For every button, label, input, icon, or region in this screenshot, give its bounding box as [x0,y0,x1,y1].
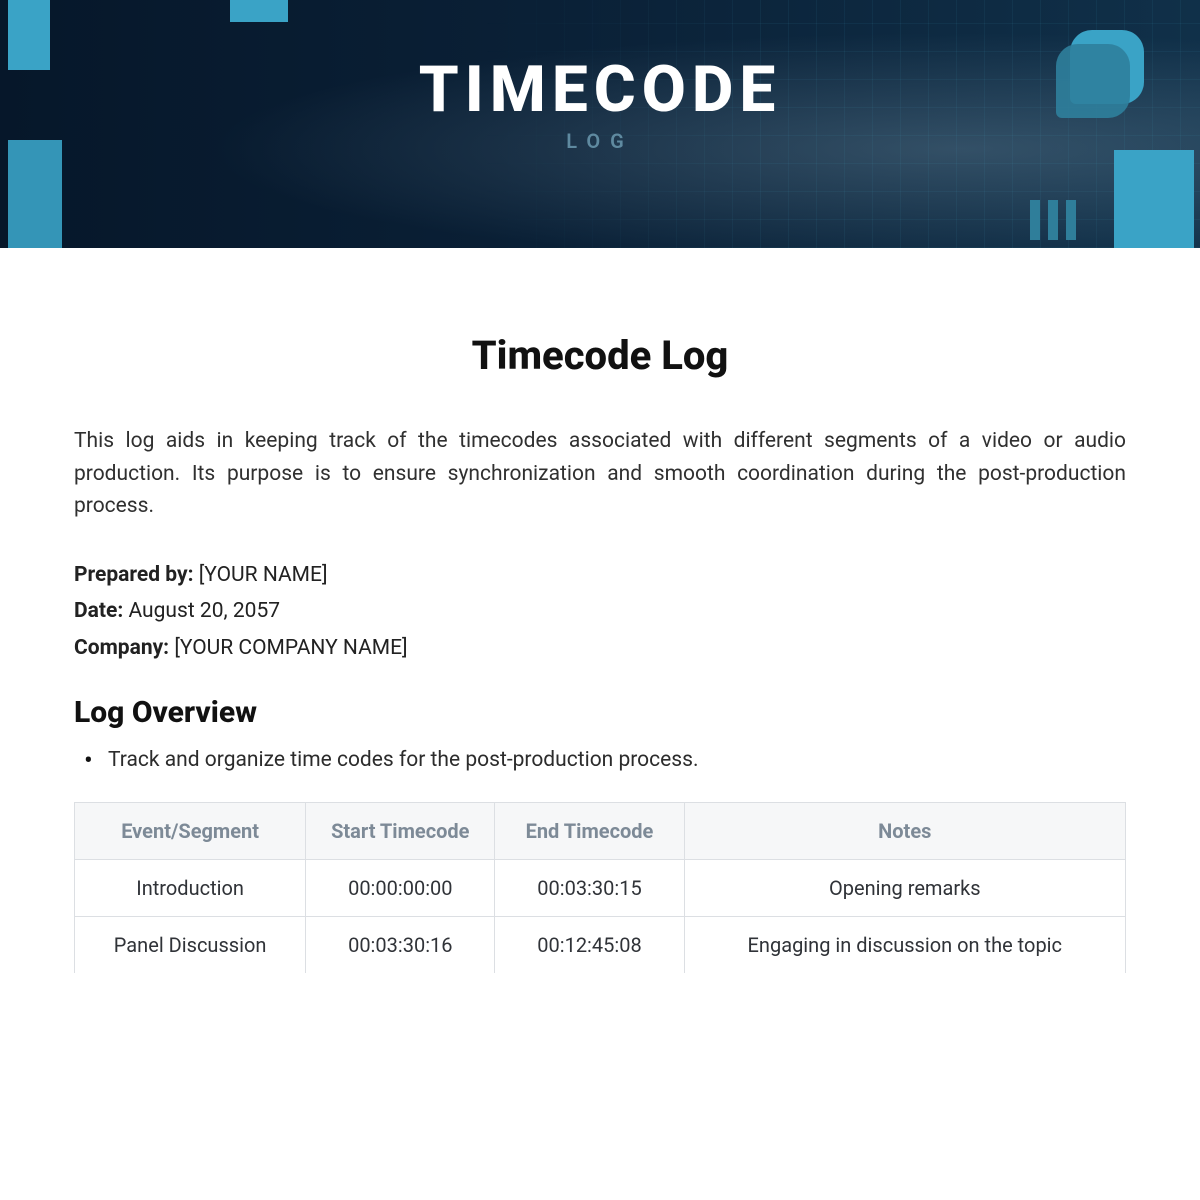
table-row: Introduction 00:00:00:00 00:03:30:15 Ope… [75,859,1126,916]
hero-title: TIMECODE [0,52,1200,127]
overview-heading: Log Overview [74,695,1126,730]
page-title: Timecode Log [74,332,1126,379]
meta-block: Prepared by: [YOUR NAME] Date: August 20… [74,557,1126,667]
cell-start: 00:00:00:00 [306,859,495,916]
meta-label: Company: [74,636,169,660]
intro-paragraph: This log aids in keeping track of the ti… [74,425,1126,523]
cell-notes: Engaging in discussion on the topic [684,916,1125,973]
page-root: TIMECODE LOG Timecode Log This log aids … [0,0,1200,1200]
cell-start: 00:03:30:16 [306,916,495,973]
cell-segment: Introduction [75,859,306,916]
meta-value: August 20, 2057 [128,599,280,623]
meta-label: Date: [74,599,123,623]
hero-banner: TIMECODE LOG [0,0,1200,248]
cell-notes: Opening remarks [684,859,1125,916]
cell-end: 00:12:45:08 [495,916,684,973]
accent-bars [1030,200,1076,240]
accent-shape [8,140,62,248]
meta-value: [YOUR NAME] [199,563,328,587]
col-end: End Timecode [495,802,684,859]
meta-date: Date: August 20, 2057 [74,593,1126,630]
meta-prepared-by: Prepared by: [YOUR NAME] [74,557,1126,594]
hero-title-block: TIMECODE LOG [0,52,1200,153]
col-start: Start Timecode [306,802,495,859]
accent-shape [230,0,288,22]
table-row: Panel Discussion 00:03:30:16 00:12:45:08… [75,916,1126,973]
accent-shape [1114,150,1194,248]
col-event: Event/Segment [75,802,306,859]
overview-list: Track and organize time codes for the po… [74,748,1126,772]
col-notes: Notes [684,802,1125,859]
cell-end: 00:03:30:15 [495,859,684,916]
meta-label: Prepared by: [74,563,194,587]
hero-subtitle: LOG [0,129,1200,153]
meta-value: [YOUR COMPANY NAME] [174,636,407,660]
timecode-table: Event/Segment Start Timecode End Timecod… [74,802,1126,973]
document-body: Timecode Log This log aids in keeping tr… [0,248,1200,973]
overview-bullet: Track and organize time codes for the po… [84,748,1126,772]
cell-segment: Panel Discussion [75,916,306,973]
table-header-row: Event/Segment Start Timecode End Timecod… [75,802,1126,859]
meta-company: Company: [YOUR COMPANY NAME] [74,630,1126,667]
